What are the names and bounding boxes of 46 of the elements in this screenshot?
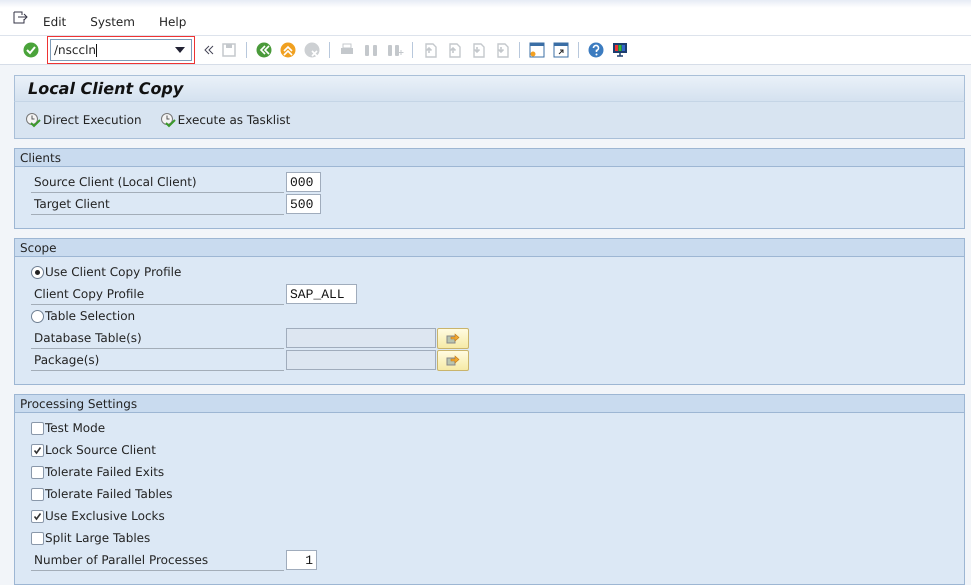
- enter-icon[interactable]: [22, 40, 40, 59]
- input-field[interactable]: 1: [286, 550, 317, 570]
- cancel-icon[interactable]: [303, 40, 321, 59]
- checkbox[interactable]: Lock Source Client: [31, 440, 156, 460]
- menu-item[interactable]: Help: [154, 14, 192, 28]
- radio-button[interactable]: Use Client Copy Profile: [31, 262, 182, 282]
- field-label: Database Table(s): [31, 328, 284, 348]
- screen-title: Local Client Copy: [28, 79, 184, 98]
- multiple-selection-button[interactable]: [437, 350, 469, 370]
- field-label: Number of Parallel Processes: [31, 550, 284, 570]
- checkbox[interactable]: Use Exclusive Locks: [31, 506, 165, 526]
- group-title: Clients: [15, 149, 964, 167]
- arrow-icon: [446, 354, 460, 366]
- dropdown-icon[interactable]: [175, 46, 185, 53]
- checkbox[interactable]: Tolerate Failed Tables: [31, 484, 172, 504]
- execute-button[interactable]: Execute as Tasklist: [160, 112, 290, 128]
- multiple-selection-button[interactable]: [437, 328, 469, 348]
- radio-button[interactable]: Table Selection: [31, 306, 136, 326]
- input-field[interactable]: SAP_ALL: [286, 284, 357, 304]
- field-label: Target Client: [31, 194, 284, 214]
- checkbox[interactable]: Tolerate Failed Exits: [31, 462, 164, 482]
- input-field[interactable]: 000: [286, 172, 321, 192]
- help-icon[interactable]: [587, 40, 605, 59]
- field-label: Package(s): [31, 350, 284, 370]
- menu-item[interactable]: Edit: [38, 14, 72, 28]
- checkbox[interactable]: Test Mode: [31, 418, 106, 438]
- save-icon[interactable]: [220, 40, 238, 59]
- field-label: Source Client (Local Client): [31, 172, 284, 192]
- execute-button[interactable]: Direct Execution: [25, 112, 142, 128]
- new-window-icon[interactable]: [528, 40, 546, 59]
- group-title: Processing Settings: [15, 395, 964, 413]
- arrow-icon: [446, 332, 460, 344]
- field-label: Client Copy Profile: [31, 284, 284, 304]
- group-title: Scope: [15, 239, 964, 257]
- collapse-icon[interactable]: [204, 44, 214, 55]
- menu-item[interactable]: System: [85, 14, 140, 28]
- checkbox[interactable]: Split Large Tables: [31, 528, 150, 548]
- menu-icon[interactable]: [12, 10, 28, 24]
- input-field[interactable]: 500: [286, 194, 321, 214]
- clock-check-icon: [160, 112, 176, 128]
- clock-check-icon: [25, 112, 41, 128]
- exit-icon[interactable]: [279, 40, 297, 59]
- command-field[interactable]: /nsccln: [50, 38, 192, 61]
- back-icon[interactable]: [255, 40, 273, 59]
- monitor-icon[interactable]: [611, 40, 629, 59]
- shortcut-icon[interactable]: [552, 40, 570, 59]
